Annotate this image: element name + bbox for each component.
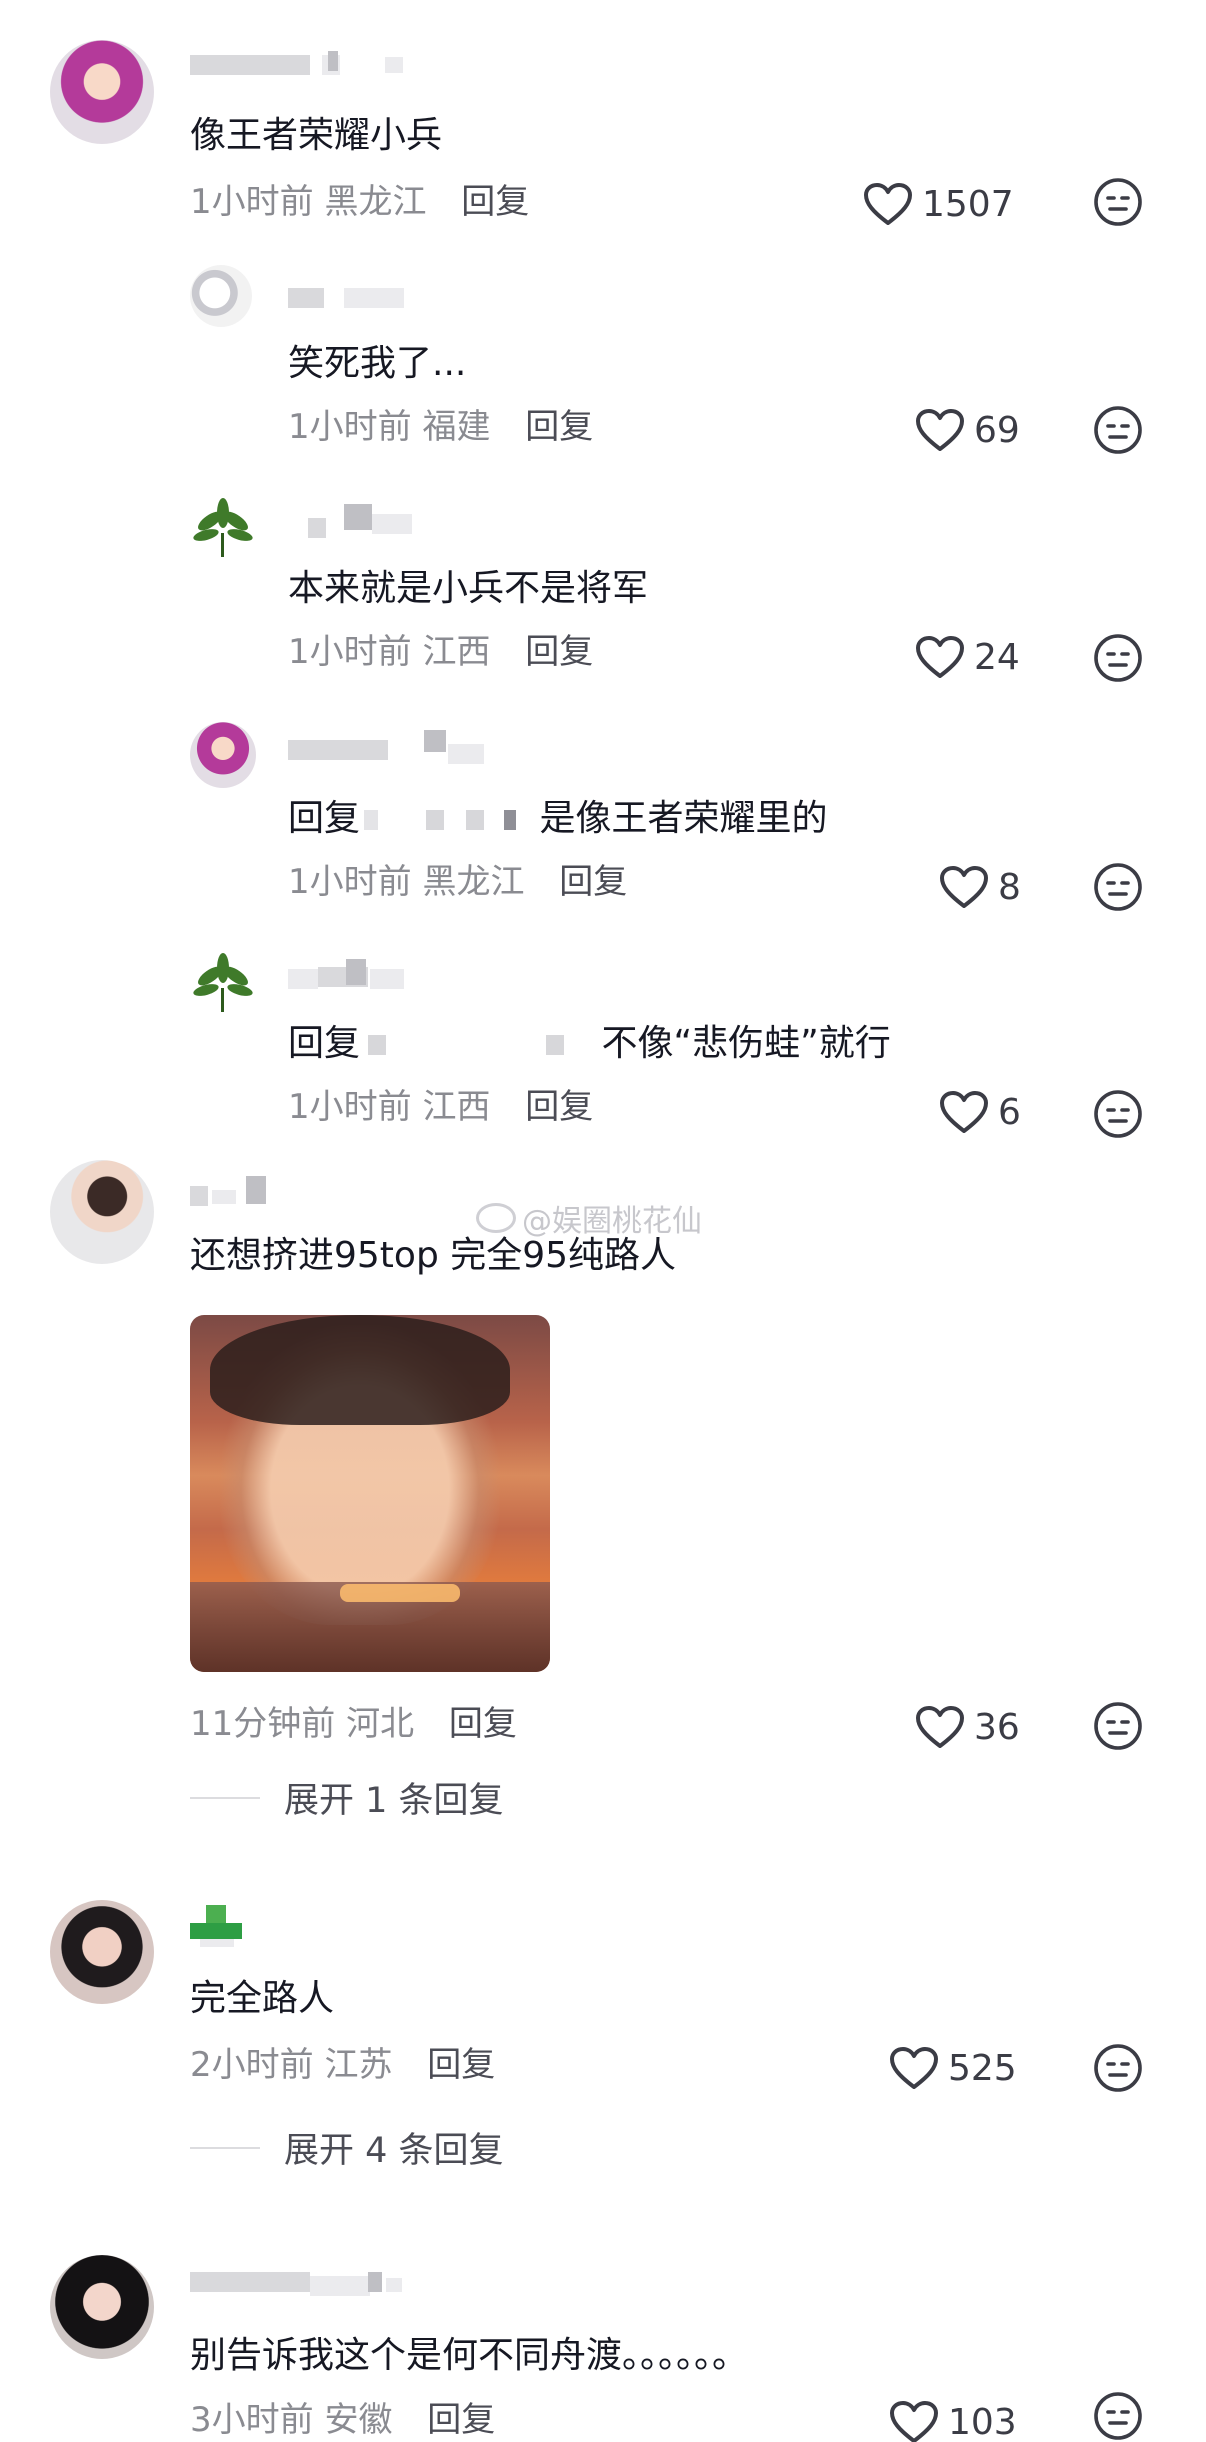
like-count: 36 <box>974 1706 1020 1748</box>
comment-time: 2小时前 <box>190 2045 314 2085</box>
username-blurred[interactable] <box>288 959 428 989</box>
meh-face-icon[interactable] <box>1092 2390 1144 2442</box>
like-button[interactable]: 6 <box>938 1085 1021 1139</box>
heart-outline-icon <box>916 409 964 451</box>
comment-image[interactable] <box>190 1315 550 1672</box>
comment-meta: 1小时前 黑龙江 回复 <box>190 180 529 224</box>
leaf-avatar-icon[interactable] <box>190 950 256 1016</box>
username-blurred[interactable] <box>190 2272 410 2296</box>
reply-body: 是像王者荣耀里的 <box>539 798 828 839</box>
comment-feed: 像王者荣耀小兵 1小时前 黑龙江 回复 1507 笑死我了... 1小时前 福建… <box>0 0 1206 2442</box>
reply-button[interactable]: 回复 <box>525 407 593 447</box>
like-count: 525 <box>948 2047 1017 2089</box>
like-button[interactable]: 525 <box>888 2041 1017 2095</box>
reply-button[interactable]: 回复 <box>525 1087 593 1127</box>
comment-time: 1小时前 <box>190 182 314 222</box>
like-count: 8 <box>998 866 1021 908</box>
username-blurred[interactable] <box>190 51 410 77</box>
reply-location: 福建 <box>422 407 491 447</box>
like-count: 6 <box>998 1091 1021 1133</box>
reply-button[interactable]: 回复 <box>559 862 627 902</box>
like-button[interactable]: 8 <box>938 860 1021 914</box>
leaf-avatar-icon[interactable] <box>190 495 256 561</box>
reply-text: 本来就是小兵不是将军 <box>288 568 649 609</box>
heart-outline-icon <box>940 1091 988 1133</box>
reply-button[interactable]: 回复 <box>449 1704 517 1744</box>
reply-button[interactable]: 回复 <box>427 2045 495 2085</box>
avatar[interactable] <box>50 1900 154 2004</box>
reply-time: 1小时前 <box>288 407 412 447</box>
avatar[interactable] <box>50 2255 154 2359</box>
like-button[interactable]: 1507 <box>862 177 1014 231</box>
comment-meta: 11分钟前 河北 回复 <box>190 1702 517 1746</box>
reply-body: 不像“悲伤蛙”就行 <box>601 1023 891 1064</box>
comment-text: 还想挤进95top 完全95纯路人 <box>190 1235 677 1276</box>
heart-outline-icon <box>890 2401 938 2442</box>
comment-location: 河北 <box>346 1704 415 1744</box>
reply-location: 黑龙江 <box>422 862 525 902</box>
reply-location: 江西 <box>422 632 491 672</box>
username-blurred[interactable] <box>190 1905 250 1947</box>
meh-face-icon[interactable] <box>1092 1088 1144 1140</box>
reply-location: 江西 <box>422 1087 491 1127</box>
like-button[interactable]: 24 <box>914 630 1020 684</box>
meh-face-icon[interactable] <box>1092 2042 1144 2094</box>
like-button[interactable]: 103 <box>888 2395 1017 2442</box>
comment-time: 11分钟前 <box>190 1704 336 1744</box>
heart-outline-icon <box>940 866 988 908</box>
reply-prefix: 回复 <box>288 1023 361 1064</box>
reply-text: 笑死我了... <box>288 343 467 384</box>
heart-outline-icon <box>890 2047 938 2089</box>
meh-face-icon[interactable] <box>1092 1700 1144 1752</box>
like-count: 103 <box>948 2401 1017 2442</box>
reply-prefix: 回复 <box>288 798 361 839</box>
username-blurred[interactable] <box>288 730 508 764</box>
comment-meta: 3小时前 安徽 回复 <box>190 2398 495 2442</box>
reply-meta: 1小时前 江西 回复 <box>288 630 593 674</box>
comment-time: 3小时前 <box>190 2400 314 2440</box>
meh-face-icon[interactable] <box>1092 632 1144 684</box>
weibo-logo-icon <box>476 1203 516 1233</box>
reply-time: 1小时前 <box>288 1087 412 1127</box>
reply-button[interactable]: 回复 <box>525 632 593 672</box>
meh-face-icon[interactable] <box>1092 404 1144 456</box>
comment-text: 别告诉我这个是何不同舟渡。。。。。。 <box>190 2335 749 2376</box>
reply-button[interactable]: 回复 <box>461 182 529 222</box>
reply-meta: 1小时前 江西 回复 <box>288 1085 593 1129</box>
like-button[interactable]: 36 <box>914 1700 1020 1754</box>
like-count: 69 <box>974 409 1020 451</box>
reply-meta: 1小时前 福建 回复 <box>288 405 593 449</box>
username-blurred[interactable] <box>288 504 428 538</box>
reply-text: 回复 不像“悲伤蛙”就行 <box>288 1020 891 1068</box>
like-button[interactable]: 69 <box>914 403 1020 457</box>
comment-text: 像王者荣耀小兵 <box>190 115 443 156</box>
reply-text: 回复 是像王者荣耀里的 <box>288 795 827 843</box>
reply-time: 1小时前 <box>288 862 412 902</box>
comment-meta: 2小时前 江苏 回复 <box>190 2043 495 2087</box>
like-count: 1507 <box>922 183 1014 225</box>
expand-replies-button[interactable]: 展开 4 条回复 <box>190 2122 504 2173</box>
comment-location: 黑龙江 <box>324 182 427 222</box>
reply-time: 1小时前 <box>288 632 412 672</box>
avatar[interactable] <box>190 722 256 788</box>
meh-face-icon[interactable] <box>1092 861 1144 913</box>
username-blurred[interactable] <box>190 1176 290 1206</box>
avatar[interactable] <box>50 40 154 144</box>
meh-face-icon[interactable] <box>1092 176 1144 228</box>
like-count: 24 <box>974 636 1020 678</box>
expand-replies-button[interactable]: 展开 1 条回复 <box>190 1772 504 1823</box>
username-blurred[interactable] <box>288 288 418 310</box>
comment-text: 完全路人 <box>190 1978 335 2019</box>
heart-outline-icon <box>864 183 912 225</box>
reply-meta: 1小时前 黑龙江 回复 <box>288 860 627 904</box>
heart-outline-icon <box>916 1706 964 1748</box>
reply-button[interactable]: 回复 <box>427 2400 495 2440</box>
heart-outline-icon <box>916 636 964 678</box>
comment-location: 安徽 <box>324 2400 393 2440</box>
comment-location: 江苏 <box>324 2045 393 2085</box>
avatar[interactable] <box>50 1160 154 1264</box>
avatar[interactable] <box>190 265 252 327</box>
